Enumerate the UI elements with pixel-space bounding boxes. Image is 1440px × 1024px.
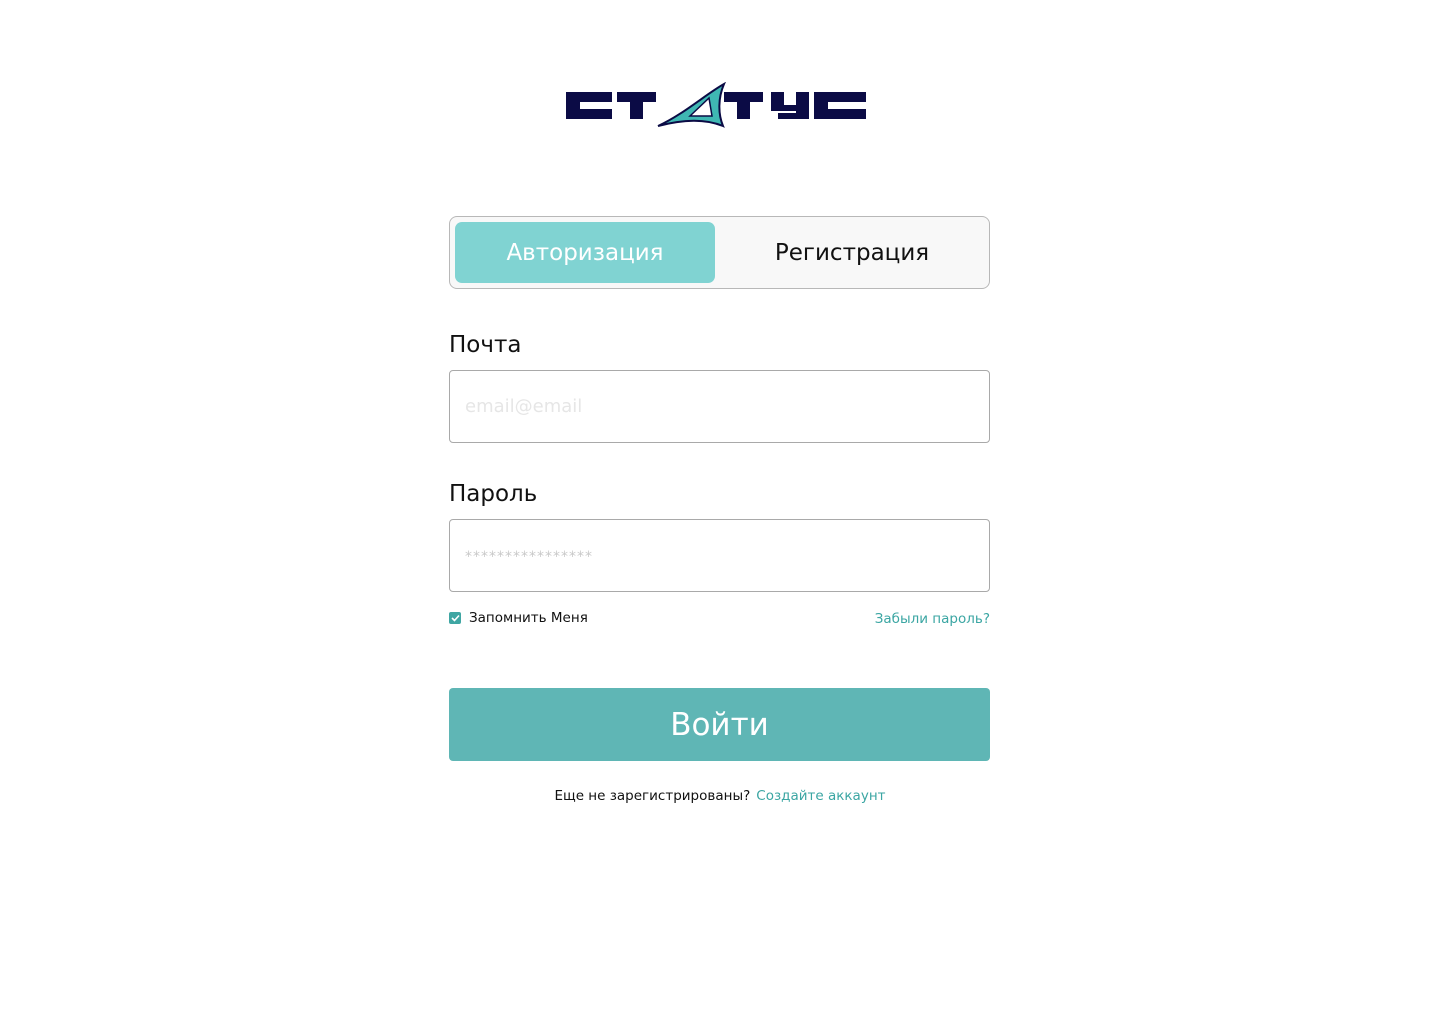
tab-register[interactable]: Регистрация bbox=[720, 222, 984, 283]
check-icon bbox=[450, 614, 460, 622]
password-label: Пароль bbox=[449, 481, 538, 507]
email-label: Почта bbox=[449, 332, 522, 358]
tab-login[interactable]: Авторизация bbox=[455, 222, 715, 283]
login-page: Авторизация Регистрация Почта Пароль Зап… bbox=[0, 0, 1440, 1024]
password-field[interactable] bbox=[449, 519, 990, 592]
tab-register-label: Регистрация bbox=[774, 239, 930, 266]
email-field[interactable] bbox=[449, 370, 990, 443]
remember-checkbox[interactable] bbox=[449, 612, 461, 624]
remember-me: Запомнить Меня bbox=[449, 610, 588, 626]
tab-login-label: Авторизация bbox=[506, 239, 664, 266]
signup-question: Еще не зарегистрированы? bbox=[554, 788, 751, 804]
login-button[interactable]: Войти bbox=[449, 688, 990, 761]
forgot-password-link[interactable]: Забыли пароль? bbox=[875, 611, 990, 627]
brand-logo bbox=[566, 82, 874, 128]
auth-tabs: Авторизация Регистрация bbox=[449, 216, 990, 289]
remember-label: Запомнить Меня bbox=[469, 610, 588, 626]
signup-prompt: Еще не зарегистрированы? Создайте аккаун… bbox=[0, 788, 1440, 804]
create-account-link[interactable]: Создайте аккаунт bbox=[756, 788, 885, 804]
